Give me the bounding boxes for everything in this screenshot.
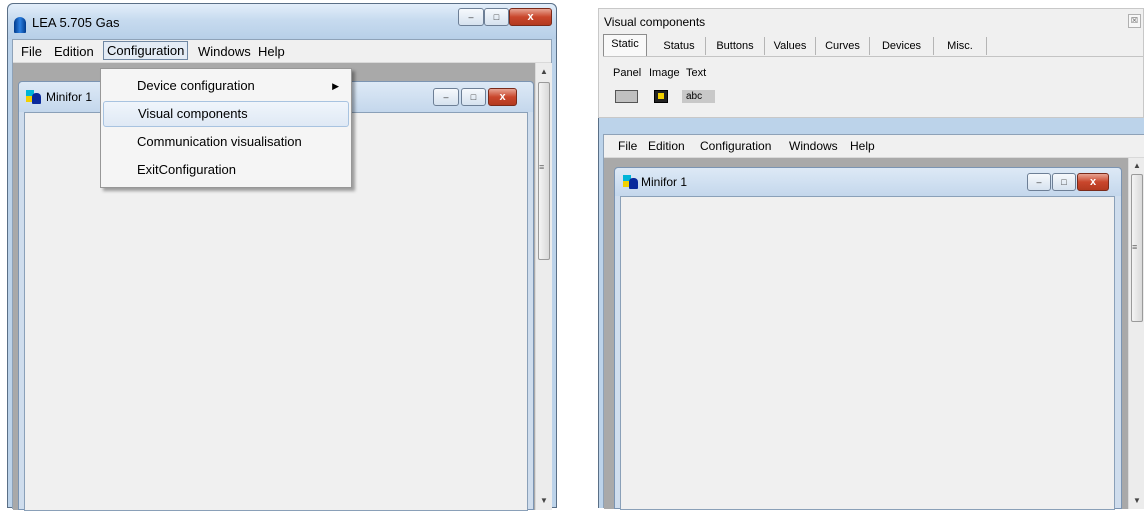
image-icon <box>658 93 664 99</box>
tab-status[interactable]: Status <box>653 37 706 55</box>
menu-item-exit-configuration[interactable]: ExitConfiguration <box>103 157 349 183</box>
scroll-up-arrow[interactable]: ▲ <box>1129 159 1144 173</box>
menu-bar: File Edition Configuration Windows Help <box>13 40 551 63</box>
tab-curves[interactable]: Curves <box>816 37 870 55</box>
tab-values[interactable]: Values <box>765 37 816 55</box>
menu-item-label: Visual components <box>138 106 248 121</box>
component-label-image: Image <box>649 67 680 79</box>
child-maximize-button[interactable]: □ <box>1052 173 1076 191</box>
image-component-button[interactable] <box>654 90 668 103</box>
child-title: Minifor 1 <box>641 175 688 189</box>
menu-edition[interactable]: Edition <box>50 43 98 60</box>
menu-item-device-configuration[interactable]: Device configuration ▶ <box>103 73 349 99</box>
visual-components-panel: Visual components ☒ Static Status Button… <box>598 8 1144 118</box>
submenu-arrow-icon: ▶ <box>332 81 339 91</box>
component-tabs: Static Status Buttons Values Curves Devi… <box>603 34 1143 57</box>
menu-configuration[interactable]: Configuration <box>103 41 189 60</box>
menu-item-visual-components[interactable]: Visual components <box>103 101 349 127</box>
child-maximize-button[interactable]: □ <box>461 88 486 106</box>
tab-misc[interactable]: Misc. <box>934 37 987 55</box>
menu-item-label: ExitConfiguration <box>137 162 236 177</box>
title-bar[interactable]: LEA 5.705 Gas – □ x <box>8 4 556 39</box>
menu-edition[interactable]: Edition <box>644 138 689 154</box>
scroll-down-arrow[interactable]: ▼ <box>1129 494 1144 508</box>
menu-item-communication-visualisation[interactable]: Communication visualisation <box>103 129 349 155</box>
close-button[interactable]: x <box>509 8 552 26</box>
window-title: LEA 5.705 Gas <box>32 15 120 30</box>
child-client-area <box>620 196 1115 510</box>
menu-item-label: Device configuration <box>137 78 255 93</box>
child-title-bar[interactable]: Minifor 1 – □ x <box>615 168 1121 196</box>
maximize-button[interactable]: □ <box>484 8 509 26</box>
device-icon <box>26 90 42 104</box>
child-window-minifor-right[interactable]: Minifor 1 – □ x <box>614 167 1122 510</box>
right-window-frame: File Edition Configuration Windows Help … <box>598 112 1144 510</box>
menu-item-label: Communication visualisation <box>137 134 302 149</box>
panel-component-button[interactable] <box>615 90 638 103</box>
scroll-up-arrow[interactable]: ▲ <box>536 65 552 79</box>
child-close-button[interactable]: x <box>1077 173 1109 191</box>
app-icon <box>14 17 26 33</box>
menu-help[interactable]: Help <box>846 138 879 154</box>
device-icon <box>623 175 639 189</box>
text-component-button[interactable]: abc <box>682 90 715 103</box>
child-title: Minifor 1 <box>46 90 93 104</box>
menu-bar-right: File Edition Configuration Windows Help <box>604 135 1144 158</box>
menu-file[interactable]: File <box>614 138 641 154</box>
menu-windows[interactable]: Windows <box>194 43 255 60</box>
panel-title: Visual components <box>604 15 706 29</box>
configuration-dropdown-menu: Device configuration ▶ Visual components… <box>100 68 352 188</box>
panel-close-button[interactable]: ☒ <box>1128 14 1141 28</box>
child-minimize-button[interactable]: – <box>1027 173 1051 191</box>
scroll-down-arrow[interactable]: ▼ <box>536 494 552 508</box>
scroll-grip-icon: ≡ <box>1132 242 1138 252</box>
child-close-button[interactable]: x <box>488 88 517 106</box>
tab-static[interactable]: Static <box>603 34 647 56</box>
component-label-panel: Panel <box>613 67 642 79</box>
child-minimize-button[interactable]: – <box>433 88 459 106</box>
menu-configuration[interactable]: Configuration <box>696 138 775 154</box>
main-window-right: Visual components ☒ Static Status Button… <box>598 8 1144 510</box>
minimize-button[interactable]: – <box>458 8 484 26</box>
vertical-scrollbar[interactable]: ▲ ≡ ▼ <box>535 63 552 510</box>
tab-devices[interactable]: Devices <box>870 37 934 55</box>
scroll-grip-icon: ≡ <box>539 162 545 172</box>
mdi-client-area-right: Minifor 1 – □ x <box>604 158 1128 510</box>
window-client-right: File Edition Configuration Windows Help … <box>603 134 1144 510</box>
menu-help[interactable]: Help <box>254 43 289 60</box>
menu-file[interactable]: File <box>17 43 46 60</box>
tab-buttons[interactable]: Buttons <box>706 37 765 55</box>
vertical-scrollbar-right[interactable]: ▲ ≡ ▼ <box>1128 158 1144 509</box>
component-label-text: Text <box>686 67 707 79</box>
menu-windows[interactable]: Windows <box>785 138 842 154</box>
